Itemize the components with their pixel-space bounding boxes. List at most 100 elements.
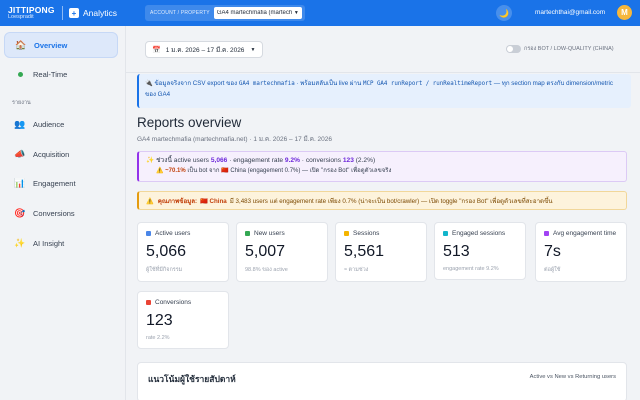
sidebar-item-realtime[interactable]: Real-Time [4, 61, 118, 87]
top-bar: JITTIPONG Loespradit + Analytics ACCOUNT… [0, 0, 640, 26]
sidebar-item-engagement[interactable]: 📊 Engagement [4, 170, 118, 196]
summary-conversions: 123 [342, 157, 354, 164]
avatar[interactable]: M [617, 5, 632, 20]
metric-label: Sessions [353, 230, 380, 237]
metric-card-sessions[interactable]: Sessions 5,561 ≈ ตามช่วง [335, 222, 427, 282]
warning-icon: ⚠️ [146, 197, 154, 205]
metric-sub: ≈ ตามช่วง [344, 267, 369, 273]
metric-card-active-users[interactable]: Active users 5,066 ผู้ใช้ที่มีกิจกรรม [137, 222, 229, 282]
metric-value: 123 [146, 312, 173, 329]
brand-subtitle: Loespradit [8, 14, 34, 20]
header-divider [126, 72, 640, 73]
sidebar: 🏠 Overview Real-Time รายงาน 👥 Audience 📣… [0, 26, 126, 400]
metric-card-avg-engagement-time[interactable]: Avg engagement time 7s ต่อผู้ใช้ [535, 222, 627, 282]
data-quality-warning: ⚠️ คุณภาพข้อมูล: 🇨🇳 China มี 3,483 users… [137, 191, 627, 210]
metric-value: 5,007 [245, 243, 286, 260]
sidebar-item-ai-insight[interactable]: ✨ AI Insight [4, 230, 118, 256]
metric-sub: 98.8% ของ active [245, 267, 288, 273]
legend-swatch [443, 231, 448, 236]
sidebar-section-label: รายงาน [12, 100, 31, 106]
metric-label: Active users [155, 230, 191, 237]
brand-name: JITTIPONG [8, 4, 55, 15]
summary-engagement-rate: 9.2% [284, 157, 300, 164]
sidebar-item-label: Conversions [33, 208, 75, 218]
metric-card-new-users[interactable]: New users 5,007 98.8% ของ active [236, 222, 328, 282]
info-text: · พร้อมสลับเป็น live ผ่าน [296, 80, 362, 87]
megaphone-icon: 📣 [14, 148, 26, 159]
sidebar-item-conversions[interactable]: 🎯 Conversions [4, 200, 118, 226]
bar-chart-icon: 📊 [14, 177, 26, 188]
theme-toggle-moon-icon[interactable]: 🌙 [496, 5, 512, 21]
plug-icon: 🔌 [145, 80, 153, 87]
sparkles-icon: ✨ [146, 157, 155, 164]
analytics-app-icon: + [69, 8, 79, 18]
metric-label: Engaged sessions [452, 230, 506, 237]
weekly-users-trend-card: แนวโน้มผู้ใช้รายสัปดาห์ Active vs New vs… [137, 362, 627, 400]
date-range-picker[interactable]: 📅 1 ม.ค. 2026 – 17 มี.ค. 2026 ▼ [145, 41, 263, 58]
legend-swatch [146, 300, 151, 305]
sidebar-item-label: Real-Time [33, 69, 68, 79]
legend-swatch [544, 231, 549, 236]
metric-label: Conversions [155, 299, 192, 306]
bot-filter-toggle[interactable] [506, 45, 521, 53]
bot-filter-toggle-group: กรอง BOT / LOW-QUALITY (CHINA) [506, 45, 614, 53]
account-property-selector: ACCOUNT / PROPERTY GA4 martechmafia (mar… [145, 5, 305, 21]
info-text: ข้อมูลจริงจาก CSV export ของ [154, 80, 238, 87]
calendar-icon: 📅 [152, 46, 161, 54]
info-code: MCP GA4 runReport / runRealtimeReport [362, 81, 493, 87]
brand-logo[interactable]: JITTIPONG Loespradit [0, 4, 62, 21]
metric-sub: ต่อผู้ใช้ [544, 267, 561, 273]
main-content: 📅 1 ม.ค. 2026 – 17 มี.ค. 2026 ▼ กรอง BOT… [126, 26, 640, 400]
users-icon: 👥 [14, 118, 26, 129]
date-range-value: 1 ม.ค. 2026 – 17 มี.ค. 2026 [165, 46, 245, 54]
chevron-down-icon: ▼ [250, 46, 256, 53]
sidebar-item-label: Overview [34, 40, 68, 50]
weekly-trend-title: แนวโน้มผู้ใช้รายสัปดาห์ [148, 374, 236, 384]
summary-text: · conversions [301, 157, 342, 164]
account-property-label: ACCOUNT / PROPERTY [150, 10, 210, 16]
warning-title: คุณภาพข้อมูล: [157, 197, 198, 205]
app-name: Analytics [83, 8, 118, 18]
user-email: martechthai@gmail.com [535, 9, 606, 16]
info-code: GA4 martechmafia [238, 81, 295, 87]
warning-text: มี 3,483 users แต่ engagement rate เพียง… [229, 197, 553, 205]
target-icon: 🎯 [14, 207, 26, 218]
sidebar-item-acquisition[interactable]: 📣 Acquisition [4, 141, 118, 167]
weekly-trend-subtitle: Active vs New vs Returning users [529, 374, 616, 380]
legend-swatch [344, 231, 349, 236]
summary-bot-share: ~70.1% [165, 168, 186, 174]
metric-value: 5,066 [146, 243, 187, 260]
metric-value: 7s [544, 243, 561, 260]
page-title: Reports overview [137, 115, 242, 130]
metric-value: 513 [443, 243, 470, 260]
summary-active-users: 5,066 [210, 157, 228, 164]
summary-text: (2.2%) [355, 157, 376, 164]
account-property-value: GA4 martechmafia (martechmafia.net) [216, 10, 292, 16]
warning-country: 🇨🇳 China [200, 197, 227, 205]
metric-sub: ผู้ใช้ที่มีกิจกรรม [146, 267, 183, 273]
sidebar-item-label: Audience [33, 119, 65, 129]
metric-label: New users [254, 230, 285, 237]
sidebar-item-audience[interactable]: 👥 Audience [4, 111, 118, 137]
sidebar-item-overview[interactable]: 🏠 Overview [4, 32, 118, 58]
metric-value: 5,561 [344, 243, 385, 260]
chevron-down-icon: ▼ [293, 10, 299, 16]
summary-text: เป็น bot จาก 🇨🇳 China (engagement 0.7%) … [187, 168, 392, 174]
metric-sub: engagement rate 9.2% [443, 266, 499, 272]
sidebar-item-label: AI Insight [33, 238, 65, 248]
legend-swatch [146, 231, 151, 236]
metric-card-engaged-sessions[interactable]: Engaged sessions 513 engagement rate 9.2… [434, 222, 526, 280]
sparkles-icon: ✨ [14, 237, 26, 248]
bot-filter-label: กรอง BOT / LOW-QUALITY (CHINA) [524, 46, 614, 52]
page-subtitle: GA4 martechmafia (martechmafia.net) · 1 … [137, 136, 333, 143]
account-property-dropdown[interactable]: GA4 martechmafia (martechmafia.net) ▼ [213, 7, 302, 19]
sidebar-item-label: Acquisition [33, 149, 70, 159]
metric-label: Avg engagement time [553, 230, 617, 237]
data-source-info-banner: 🔌 ข้อมูลจริงจาก CSV export ของ GA4 marte… [137, 74, 631, 108]
metric-card-conversions[interactable]: Conversions 123 rate 2.2% [137, 291, 229, 349]
sidebar-item-label: Engagement [33, 178, 76, 188]
legend-swatch [245, 231, 250, 236]
home-icon: 🏠 [15, 39, 27, 50]
warning-icon: ⚠️ [156, 168, 164, 174]
summary-text: · engagement rate [229, 157, 284, 164]
